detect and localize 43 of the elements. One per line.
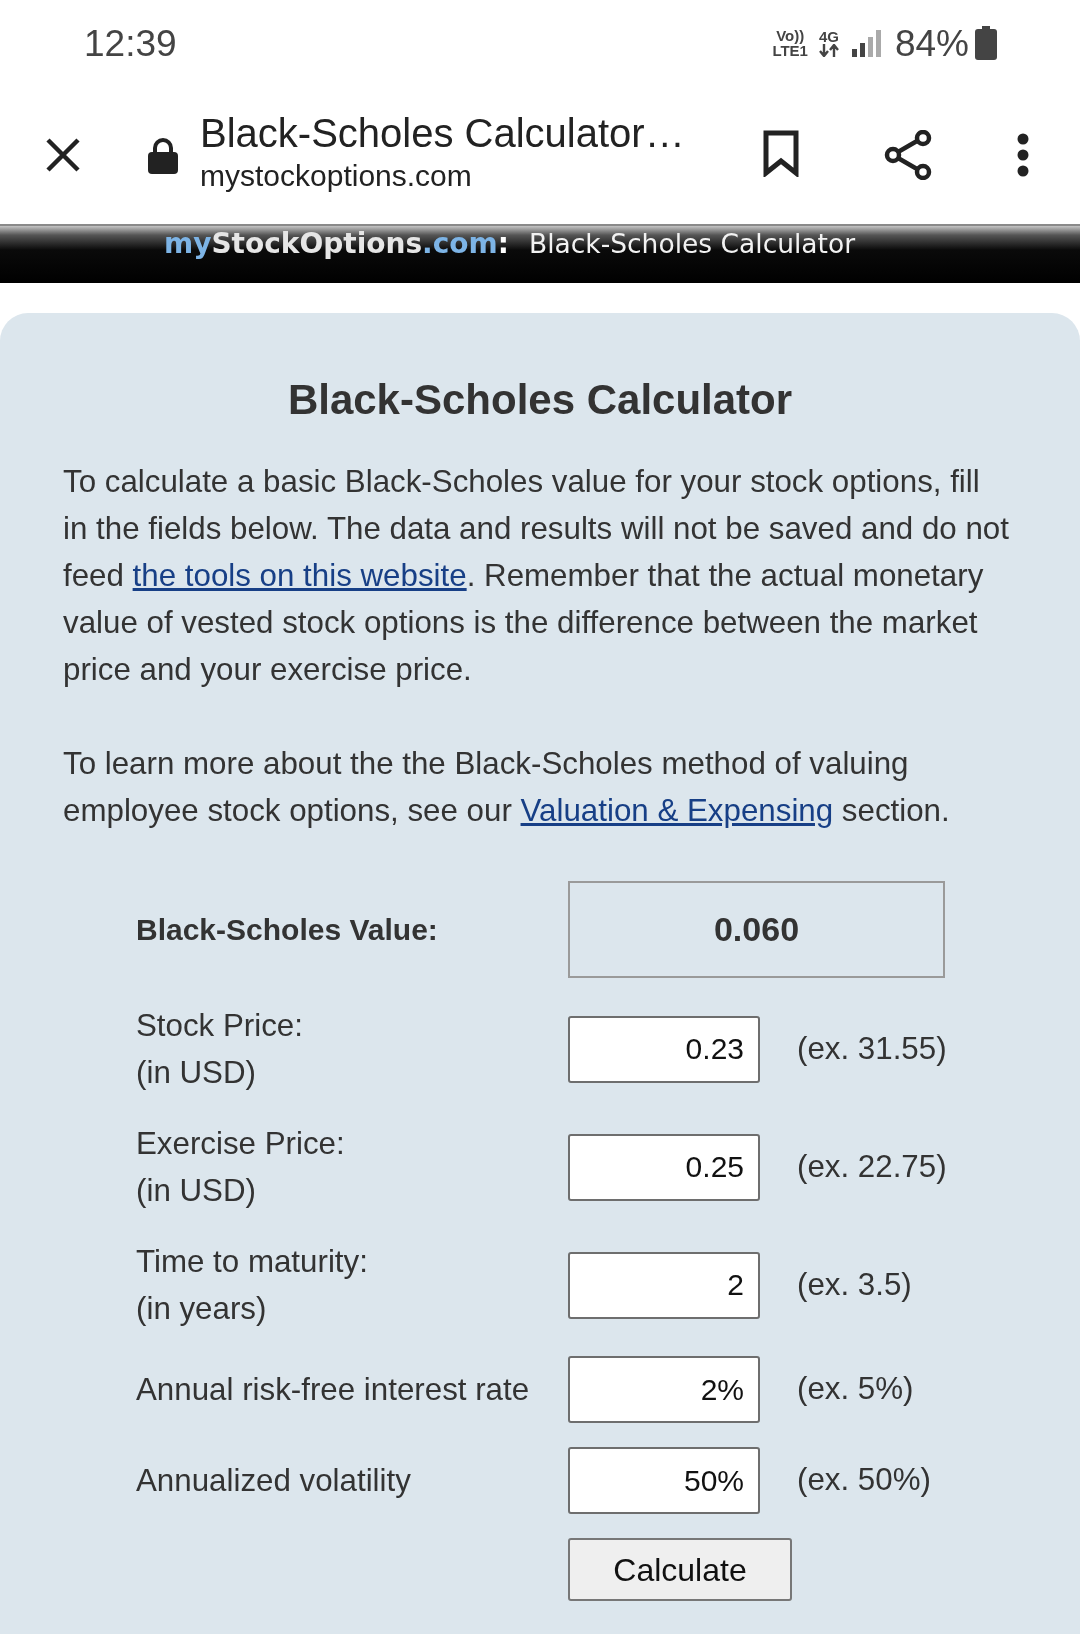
network-label: LTE1 xyxy=(772,43,808,58)
calculator-heading: Black-Scholes Calculator xyxy=(286,375,794,425)
input-field[interactable]: 2% xyxy=(568,1356,760,1423)
intro-paragraph: To learn more about the the Black-Scholes method of valuing employee stock options, see our Valuation & Expensing section. xyxy=(63,745,951,830)
unit-label: (in USD) xyxy=(136,1054,257,1092)
lock-icon xyxy=(148,136,178,174)
status-time: 12:39 xyxy=(84,24,177,62)
unit-label: (in USD) xyxy=(136,1172,257,1210)
field-label: Stock Price: xyxy=(136,1007,304,1045)
example-hint: (ex. 5%) xyxy=(796,1370,915,1409)
page-url: mystockoptions.com xyxy=(200,158,473,194)
banner-title: Black-Scholes Calculator xyxy=(528,227,856,261)
close-icon[interactable] xyxy=(45,137,81,173)
data-type-label: 4G xyxy=(818,29,839,44)
signal-icon xyxy=(851,29,882,57)
input-field[interactable]: 0.23 xyxy=(568,1015,760,1083)
input-field[interactable]: 2 xyxy=(568,1251,760,1319)
link[interactable]: Valuation & Expensing xyxy=(520,793,834,828)
page-title: Black-Scholes Calculator… xyxy=(200,110,685,157)
share-icon[interactable] xyxy=(883,130,933,180)
field-label: Exercise Price: xyxy=(136,1125,346,1163)
site-logo: myStockOptions.com: xyxy=(164,227,509,261)
example-hint: (ex. 22.75) xyxy=(796,1147,948,1186)
data-arrows-icon xyxy=(817,44,840,57)
example-hint: (ex. 3.5) xyxy=(796,1265,913,1304)
bookmark-icon[interactable] xyxy=(762,129,800,177)
link[interactable]: the tools on this website xyxy=(132,558,467,593)
result-label: Black-Scholes Value: xyxy=(136,912,439,948)
input-field[interactable]: 0.25 xyxy=(568,1133,760,1201)
field-label: Annual risk-free interest rate xyxy=(136,1371,531,1409)
intro-paragraph: To calculate a basic Black-Scholes value for your stock options, fill in the fields below. The data and results will not be saved and do not feed the tools on this website. Remember that the actual monetary value of vested stock options is the difference between the market price and your exercise price. xyxy=(63,463,1010,689)
example-hint: (ex. 31.55) xyxy=(796,1029,948,1068)
battery-icon xyxy=(975,26,997,60)
example-hint: (ex. 50%) xyxy=(796,1461,932,1500)
more-menu-icon[interactable] xyxy=(1016,133,1030,177)
unit-label: (in years) xyxy=(136,1290,268,1328)
field-label: Annualized volatility xyxy=(136,1462,412,1500)
input-field[interactable]: 50% xyxy=(568,1447,760,1514)
field-label: Time to maturity: xyxy=(136,1243,369,1281)
voice-label: Vo)) xyxy=(776,28,805,43)
battery-percent: 84% xyxy=(894,24,969,62)
result-value: 0.060 xyxy=(568,881,945,978)
calculate-button[interactable]: Calculate xyxy=(568,1538,792,1601)
